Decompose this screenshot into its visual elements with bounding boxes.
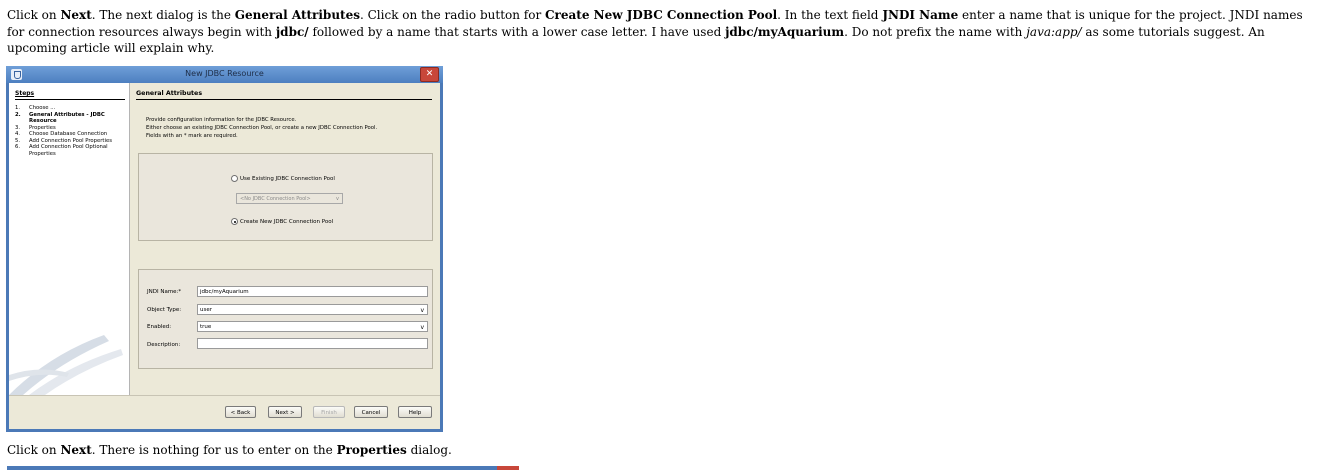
step-item-current: 2. General Attributes - JDBC Resource	[15, 111, 105, 125]
enabled-select[interactable]: true v	[197, 321, 428, 332]
create-new-pool-radio[interactable]: Create New JDBC Connection Pool	[231, 218, 333, 225]
next-screenshot-edge	[7, 466, 519, 470]
next-button[interactable]: Next >	[268, 406, 302, 418]
finish-button[interactable]: Finish	[313, 406, 345, 418]
radio-checked-icon	[231, 218, 238, 225]
radio-unchecked-icon	[231, 175, 238, 182]
close-button[interactable]: ✕	[420, 67, 439, 82]
wizard-button-bar: < Back Next > Finish Cancel Help	[9, 395, 440, 429]
article-paragraph-2: Click on Next. There is nothing for us t…	[7, 443, 452, 457]
back-button[interactable]: < Back	[225, 406, 256, 418]
chevron-down-icon: v	[420, 307, 424, 314]
section-heading: General Attributes	[136, 90, 203, 97]
steps-list: 1. Choose ... 2. General Attributes - JDBC…	[15, 105, 125, 157]
instructions-text: Provide configuration information for th…	[146, 117, 378, 139]
article-paragraph-1: Click on Next. The next dialog is the Ge…	[7, 8, 1303, 55]
section-divider	[136, 99, 432, 100]
new-jdbc-resource-dialog: New JDBC Resource ✕ Steps 1. Choose ... 2…	[6, 66, 443, 432]
resource-fields-group: JNDI Name:* jdbc/myAquarium Object Type:…	[138, 269, 433, 369]
general-attributes-panel: General Attributes Provide configuration…	[133, 83, 436, 395]
description-label: Description:	[147, 342, 181, 348]
enabled-label: Enabled:	[147, 324, 172, 330]
steps-panel: Steps 1. Choose ... 2. General Attributes …	[9, 83, 130, 395]
cancel-button[interactable]: Cancel	[354, 406, 388, 418]
steps-divider	[15, 99, 125, 100]
help-button[interactable]: Help	[398, 406, 432, 418]
dialog-title: New JDBC Resource	[185, 69, 264, 78]
existing-pool-select[interactable]: <No JDBC Connection Pool> v	[236, 193, 343, 204]
dialog-titlebar[interactable]: New JDBC Resource ✕	[6, 66, 443, 83]
use-existing-pool-radio[interactable]: Use Existing JDBC Connection Pool	[231, 175, 335, 182]
object-type-select[interactable]: user v	[197, 304, 428, 315]
jndi-name-input[interactable]: jdbc/myAquarium	[197, 286, 428, 297]
wizard-swoosh-graphic	[9, 335, 123, 395]
jndi-name-label: JNDI Name:*	[147, 289, 182, 295]
connection-pool-group: Use Existing JDBC Connection Pool <No JD…	[138, 153, 433, 241]
dialog-body: Steps 1. Choose ... 2. General Attributes …	[9, 83, 440, 429]
object-type-label: Object Type:	[147, 307, 182, 313]
step-item: 6. Add Connection Pool Optional Propertie…	[15, 144, 108, 157]
steps-heading: Steps	[15, 90, 35, 97]
chevron-down-icon: v	[336, 196, 339, 202]
chevron-down-icon: v	[420, 324, 424, 331]
description-input[interactable]	[197, 338, 428, 349]
